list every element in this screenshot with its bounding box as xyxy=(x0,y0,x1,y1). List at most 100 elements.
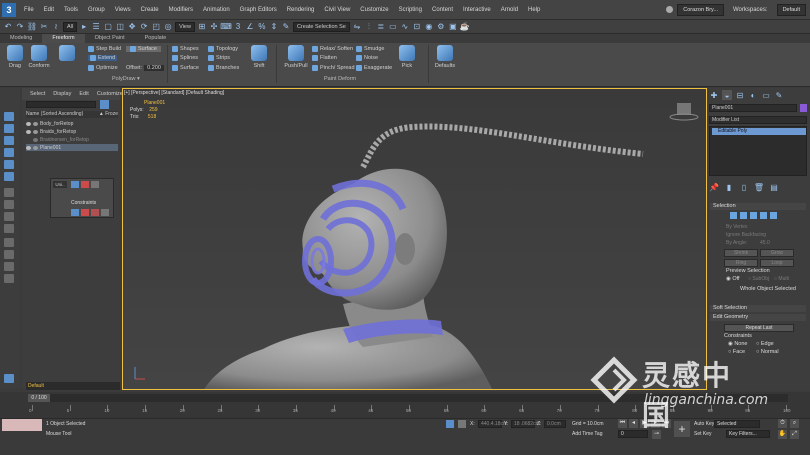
preview-off-radio[interactable]: ◉ Off xyxy=(726,276,740,282)
extend-button[interactable]: Extend xyxy=(88,55,118,61)
x-coord-field[interactable]: 440.4.18cm xyxy=(478,420,507,428)
select-object-icon[interactable]: ▸ xyxy=(79,22,89,32)
strips-button[interactable]: Strips xyxy=(208,55,230,61)
shapes-button[interactable]: Shapes xyxy=(172,46,199,52)
show-end-result-icon[interactable]: ▮ xyxy=(724,182,734,192)
angle-snap-icon[interactable]: ∠ xyxy=(245,22,255,32)
menu-graph-editors[interactable]: Graph Editors xyxy=(235,7,282,13)
constraint-face-icon[interactable] xyxy=(91,209,99,216)
constraint-normal-icon[interactable] xyxy=(101,209,109,216)
push-pull-button[interactable]: Push/Pull xyxy=(282,43,310,69)
groups-filter-icon[interactable] xyxy=(4,212,14,221)
app-logo[interactable]: 3 xyxy=(2,2,16,17)
geometry-filter-icon[interactable] xyxy=(4,136,14,145)
scene-row[interactable]: Body_forRetop xyxy=(26,120,73,127)
stack-item-editable-poly[interactable]: Editable Poly xyxy=(712,128,806,135)
scene-menu-display[interactable]: Display xyxy=(53,91,71,97)
visibility-icon[interactable] xyxy=(26,129,31,134)
constraint-icon[interactable] xyxy=(71,181,79,188)
modifier-list-dropdown[interactable]: Modifier List xyxy=(709,116,807,124)
y-coord-field[interactable]: 18 .0682cm xyxy=(511,420,540,428)
scene-row[interactable]: Braidnersen_forRetop xyxy=(26,136,89,143)
reference-coord-dropdown[interactable]: View xyxy=(175,21,195,32)
menu-rendering[interactable]: Rendering xyxy=(282,7,320,13)
create-tab-icon[interactable]: ✚ xyxy=(709,90,719,100)
conform-button[interactable]: Conform xyxy=(26,43,52,69)
rect-selection-icon[interactable]: ▢ xyxy=(103,22,113,32)
scene-menu-edit[interactable]: Edit xyxy=(79,91,88,97)
spacewarps-filter-icon[interactable] xyxy=(4,200,14,209)
utilities-tab-icon[interactable]: ✎ xyxy=(774,90,784,100)
menu-animation[interactable]: Animation xyxy=(198,7,235,13)
tab-modeling[interactable]: Modeling xyxy=(0,34,42,43)
viewport-label[interactable]: [+] [Perspective] [Standard] [Default Sh… xyxy=(124,90,224,96)
placement-icon[interactable]: ◎ xyxy=(163,22,173,32)
drag-button[interactable]: Drag xyxy=(2,43,28,69)
surface-pick-button[interactable]: Surface xyxy=(126,46,161,52)
menu-help[interactable]: Help xyxy=(523,7,545,13)
maxscript-listener[interactable] xyxy=(2,419,42,431)
isolate-selection-icon[interactable] xyxy=(446,420,454,428)
constraint-none-icon[interactable] xyxy=(71,209,79,216)
menu-views[interactable]: Views xyxy=(110,7,136,13)
time-slider-thumb[interactable]: 0 / 100 xyxy=(28,394,50,402)
render-setup-icon[interactable]: ⚙ xyxy=(436,22,446,32)
cameras-filter-icon[interactable] xyxy=(4,172,14,181)
bones-filter-icon[interactable] xyxy=(4,238,14,247)
constraint-icon[interactable] xyxy=(81,181,89,188)
render-icon[interactable] xyxy=(33,121,38,126)
constraint-icon[interactable] xyxy=(91,181,99,188)
ring-button[interactable]: Ring xyxy=(724,259,758,267)
z-coord-field[interactable]: 0.0cm xyxy=(544,420,566,428)
previous-frame-icon[interactable]: ◂ xyxy=(629,419,638,428)
layer-toggle-icon[interactable] xyxy=(4,374,14,383)
object-color-swatch[interactable] xyxy=(800,104,807,112)
frozen-icon[interactable] xyxy=(33,137,38,142)
grow-button[interactable]: Grow xyxy=(760,249,794,257)
modify-tab-icon[interactable]: ◒ xyxy=(722,90,732,100)
by-angle-value[interactable]: 45.0 xyxy=(760,240,770,246)
motion-tab-icon[interactable]: ◐ xyxy=(748,90,758,100)
keyboard-shortcut-icon[interactable]: ⌨ xyxy=(220,22,232,32)
pan-icon[interactable]: ✋ xyxy=(778,430,787,439)
polydraw-panel-label[interactable]: PolyDraw ▾ xyxy=(112,76,140,82)
zoom-icon[interactable]: ⌕ xyxy=(790,419,799,428)
select-mode-icon[interactable] xyxy=(4,112,14,121)
bind-spacewarp-icon[interactable]: ≀ xyxy=(51,22,61,32)
optimize-button[interactable]: Optimize xyxy=(88,65,118,71)
link-icon[interactable]: ⛓ xyxy=(27,22,37,32)
hidden-filter-icon[interactable] xyxy=(4,274,14,283)
move-icon[interactable]: ✥ xyxy=(127,22,137,32)
edit-geometry-rollout-header[interactable]: Edit Geometry xyxy=(710,314,806,321)
object-name-field[interactable]: Plane001 xyxy=(709,104,797,112)
polydraw-tools-button[interactable] xyxy=(52,43,82,63)
menu-customize[interactable]: Customize xyxy=(355,7,393,13)
offset-value[interactable]: 0.200 xyxy=(144,65,164,71)
scene-column-header[interactable]: Name (Sorted Ascending) ▲ Froze xyxy=(26,111,118,118)
menu-file[interactable]: File xyxy=(19,7,39,13)
lights-filter-icon[interactable] xyxy=(4,160,14,169)
render-icon[interactable]: ☕ xyxy=(460,22,470,32)
soft-selection-rollout-header[interactable]: Soft Selection xyxy=(710,305,806,312)
by-angle-checkbox[interactable]: By Angle: xyxy=(726,240,747,246)
shapes-filter-icon[interactable] xyxy=(4,148,14,157)
edge-mode-icon[interactable] xyxy=(740,212,747,219)
scene-menu-select[interactable]: Select xyxy=(30,91,45,97)
pick-button[interactable]: Pick xyxy=(394,43,420,69)
flatten-button[interactable]: Flatten xyxy=(312,55,337,61)
layer-dropdown[interactable]: Default xyxy=(26,382,120,390)
shrink-button[interactable]: Shrink xyxy=(724,249,758,257)
mirror-icon[interactable]: ⇋ xyxy=(352,22,362,32)
rendered-frame-icon[interactable]: ▣ xyxy=(448,22,458,32)
select-manipulate-icon[interactable]: ✣ xyxy=(209,22,219,32)
redo-icon[interactable]: ↷ xyxy=(15,22,25,32)
menu-civil-view[interactable]: Civil View xyxy=(319,7,355,13)
repeat-last-button[interactable]: Repeat Last xyxy=(724,324,794,332)
scene-search-input[interactable] xyxy=(26,101,96,108)
selection-lock-icon[interactable] xyxy=(458,420,466,428)
preview-subobj-radio[interactable]: ○ SubObj xyxy=(748,276,769,282)
scene-row[interactable]: Braids_forRetop xyxy=(26,128,76,135)
menu-arnold[interactable]: Arnold xyxy=(496,7,523,13)
window-crossing-icon[interactable]: ◫ xyxy=(115,22,125,32)
percent-snap-icon[interactable]: % xyxy=(257,22,267,32)
